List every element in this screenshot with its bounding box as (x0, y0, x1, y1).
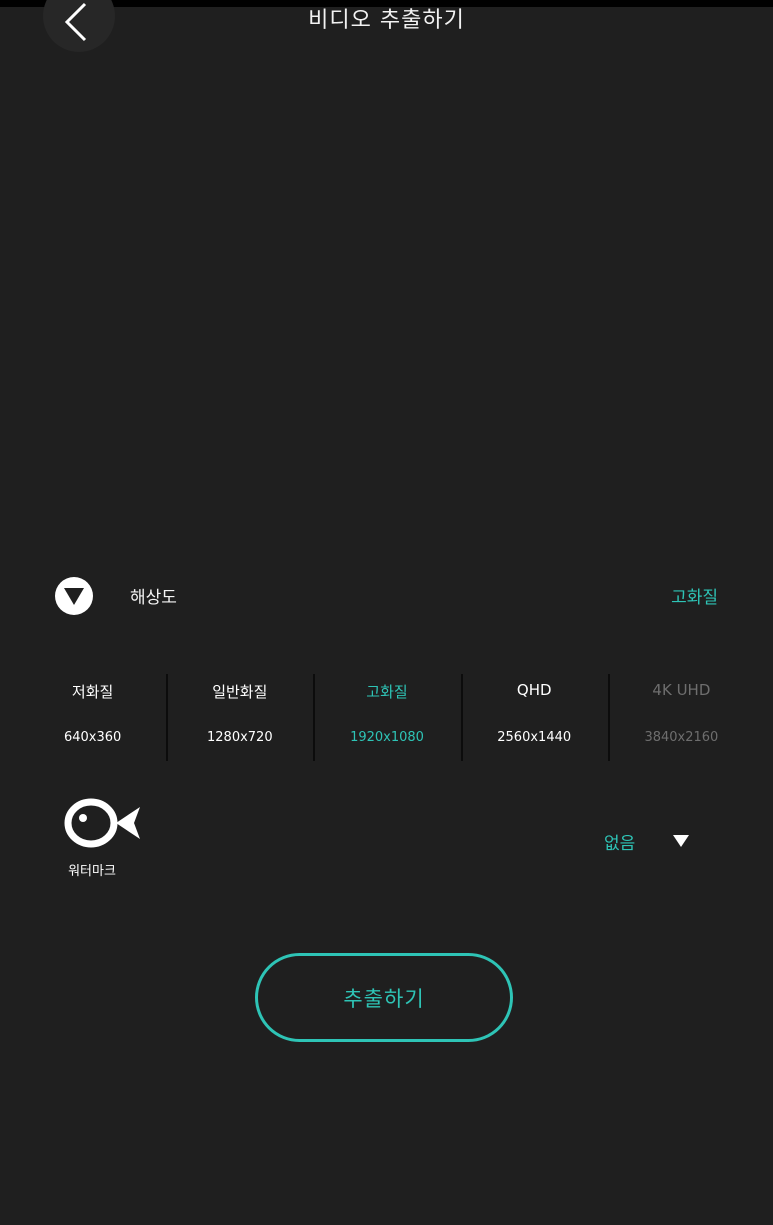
resolution-label: 해상도 (130, 588, 177, 608)
option-name: 4K UHD (652, 681, 711, 699)
resolution-option-4k: 4K UHD 3840x2160 (607, 673, 755, 762)
watermark-value: 없음 (604, 833, 636, 854)
page-title: 비디오 추출하기 (308, 8, 465, 33)
watermark-dropdown[interactable]: 없음 (604, 826, 690, 856)
extract-button[interactable]: 추출하기 (255, 953, 513, 1042)
option-size: 1920x1080 (350, 730, 424, 745)
resolution-option-standard[interactable]: 일반화질 1280x720 (166, 673, 313, 762)
resolution-current-value: 고화질 (671, 588, 718, 608)
option-size: 640x360 (63, 730, 122, 745)
triangle-down-icon (64, 588, 84, 605)
resolution-toggle[interactable] (55, 577, 93, 615)
watermark-label: 워터마크 (68, 864, 116, 879)
option-size: 1280x720 (207, 730, 273, 745)
caret-down-icon (673, 834, 690, 847)
resolution-option-qhd[interactable]: QHD 2560x1440 (460, 673, 608, 762)
fish-icon[interactable] (64, 795, 142, 851)
option-size: 3840x2160 (644, 730, 719, 745)
resolution-option-high[interactable]: 고화질 1920x1080 (313, 673, 460, 762)
resolution-option-low[interactable]: 저화질 640x360 (19, 673, 166, 762)
resolution-options: 저화질 640x360 일반화질 1280x720 고화질 1920x1080 … (19, 673, 755, 762)
option-size: 2560x1440 (497, 730, 572, 745)
option-name: 저화질 (71, 683, 114, 701)
option-name: 일반화질 (212, 683, 268, 701)
option-name: 고화질 (366, 683, 408, 701)
option-name: QHD (516, 681, 552, 699)
